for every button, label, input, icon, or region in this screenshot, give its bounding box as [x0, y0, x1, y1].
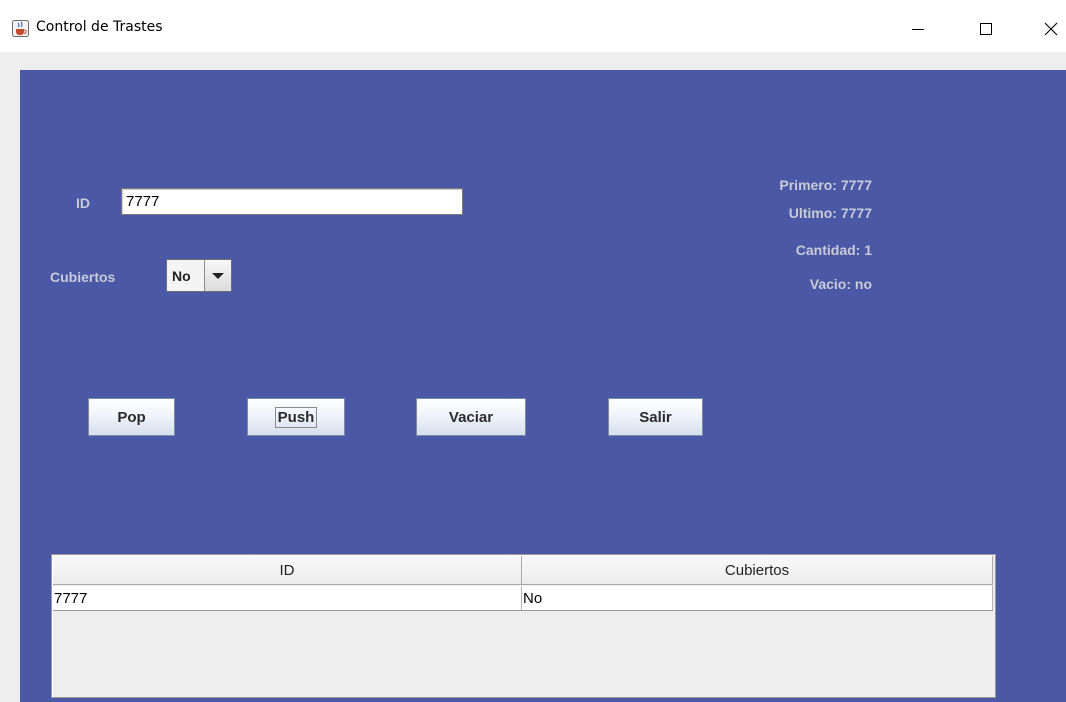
java-cup-icon — [12, 20, 29, 37]
window-title-bar: Control de Trastes — [0, 0, 1066, 52]
chevron-down-icon — [212, 272, 224, 279]
table-header: ID Cubiertos — [53, 556, 993, 585]
maximize-button[interactable] — [963, 12, 1009, 46]
salir-button[interactable]: Salir — [608, 398, 703, 436]
pop-button[interactable]: Pop — [88, 398, 175, 436]
primero-status: Primero: 7777 — [779, 177, 872, 193]
ultimo-status: Ultimo: 7777 — [788, 205, 872, 221]
vacio-status: Vacio: no — [809, 276, 872, 292]
table-row[interactable]: 7777 No — [53, 586, 993, 611]
cubiertos-selected-value: No — [167, 260, 205, 291]
table-cell-cubiertos[interactable]: No — [522, 586, 993, 610]
push-button[interactable]: Push — [247, 398, 345, 436]
main-panel: ID Cubiertos No Primero: 7777 Ultimo: 77… — [20, 70, 1066, 702]
cubiertos-dropdown[interactable]: No — [166, 259, 232, 292]
cantidad-status: Cantidad: 1 — [795, 242, 872, 258]
column-header-cubiertos[interactable]: Cubiertos — [522, 556, 993, 584]
pop-button-label: Pop — [117, 408, 146, 426]
maximize-icon — [980, 23, 992, 35]
cubiertos-label: Cubiertos — [50, 269, 116, 285]
vaciar-button[interactable]: Vaciar — [416, 398, 526, 436]
close-icon — [1044, 22, 1058, 36]
data-table[interactable]: ID Cubiertos 7777 No — [51, 554, 996, 698]
id-input[interactable] — [121, 188, 463, 215]
table-cell-id[interactable]: 7777 — [53, 586, 522, 610]
minimize-button[interactable] — [895, 12, 941, 46]
minimize-icon — [912, 29, 924, 30]
column-header-id[interactable]: ID — [53, 556, 522, 584]
salir-button-label: Salir — [639, 408, 672, 426]
push-button-label: Push — [274, 406, 318, 428]
dropdown-arrow-button[interactable] — [205, 260, 231, 291]
id-label: ID — [76, 195, 90, 211]
window-title: Control de Trastes — [36, 19, 163, 35]
close-button[interactable] — [1028, 12, 1066, 46]
vaciar-button-label: Vaciar — [448, 408, 494, 426]
